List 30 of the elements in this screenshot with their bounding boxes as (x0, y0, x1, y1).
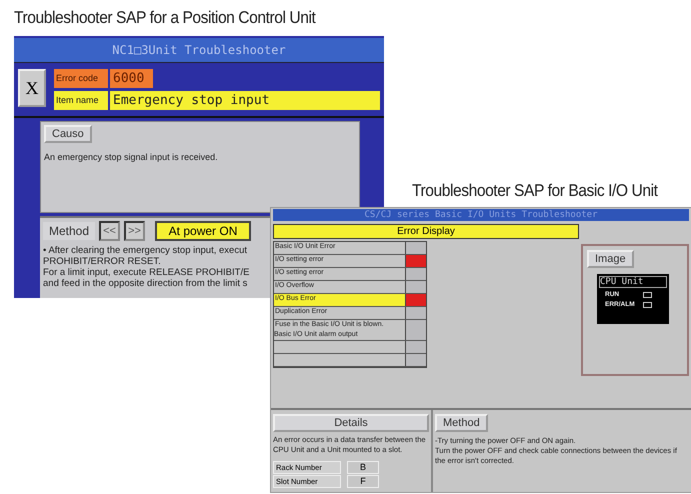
error-display-header: Error Display (273, 224, 579, 239)
method-text: • After clearing the emergency stop input, execut (43, 245, 248, 256)
error-row[interactable] (274, 341, 426, 354)
method-text: For a limit input, execute RELEASE PROHIBIT/E (43, 267, 250, 278)
method-label: Method (43, 222, 96, 240)
image-button[interactable]: Image (587, 250, 634, 268)
led-icon (643, 292, 652, 298)
method-tab[interactable]: At power ON (155, 221, 252, 241)
close-button[interactable]: X (18, 69, 46, 107)
field-value: B (347, 461, 379, 474)
details-button[interactable]: Details (273, 414, 429, 432)
method-text: PROHIBIT/ERROR RESET. (43, 256, 162, 267)
method-text: and feed in the opposite direction from the limit s (43, 278, 248, 289)
window-title: CS/CJ series Basic I/O Units Troubleshooter (273, 209, 689, 221)
cause-text: An emergency stop signal input is received. (44, 152, 219, 162)
error-code-value: 6000 (110, 69, 153, 88)
previous-button[interactable]: << (99, 221, 120, 241)
cause-button[interactable]: Causo (44, 125, 92, 143)
cpu-unit-title: CPU Unit (599, 276, 667, 288)
method-button[interactable]: Method (435, 414, 488, 432)
caption: Troubleshooter SAP for a Position Control Unit (14, 8, 316, 28)
led-icon (643, 302, 652, 308)
next-button[interactable]: >> (124, 221, 146, 241)
field-value: F (347, 475, 379, 488)
item-name-label: Item name (54, 91, 108, 110)
item-name-value: Emergency stop input (110, 91, 380, 110)
error-row[interactable] (274, 354, 426, 367)
caption: Troubleshooter SAP for Basic I/O Unit (412, 181, 658, 201)
error-code-label: Error code (54, 69, 108, 88)
window-title: NC1□3Unit Troubleshooter (14, 38, 384, 63)
